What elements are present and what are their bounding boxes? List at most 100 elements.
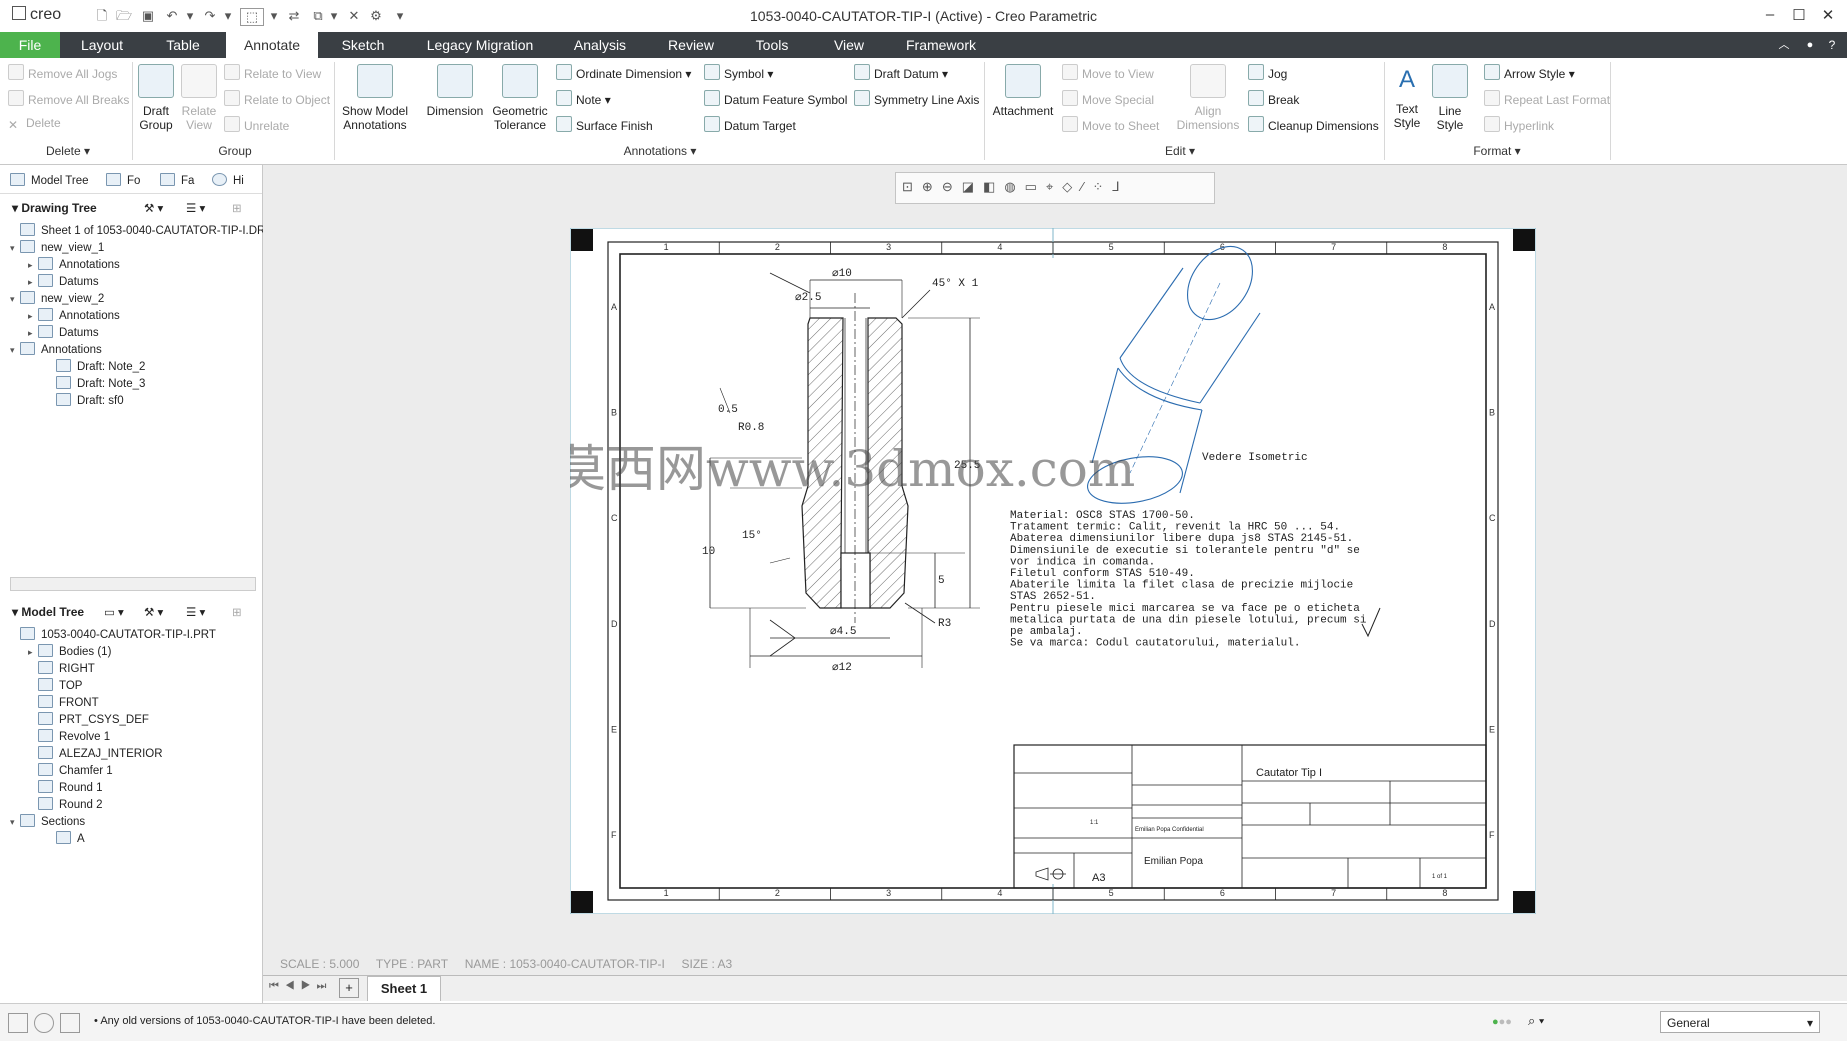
- expand-arrow-icon[interactable]: ▸: [28, 311, 38, 322]
- title-block-title[interactable]: Cautator Tip I: [1256, 767, 1322, 779]
- draft-group-button[interactable]: Draft Group: [136, 64, 176, 132]
- dim-dia-10[interactable]: ⌀10: [832, 268, 852, 280]
- model-tree-settings-icon[interactable]: ⚒ ▾: [144, 605, 163, 619]
- tree-item[interactable]: ▸ Datums: [28, 274, 99, 288]
- repaint-icon[interactable]: ◪: [962, 179, 983, 194]
- unrelate-button[interactable]: Unrelate: [224, 116, 289, 133]
- saved-views-icon[interactable]: ◍: [1004, 179, 1024, 194]
- tree-item[interactable]: ALEZAJ_INTERIOR: [28, 746, 163, 760]
- note-button[interactable]: Note ▾: [556, 90, 611, 107]
- zoom-out-icon[interactable]: ⊖: [942, 179, 962, 194]
- align-dimensions-button[interactable]: Align Dimensions: [1172, 64, 1244, 132]
- sheet-tab[interactable]: Sheet 1: [367, 976, 441, 1001]
- expand-arrow-icon[interactable]: ▸: [28, 277, 38, 288]
- tree-item[interactable]: A: [46, 831, 85, 845]
- tree-item[interactable]: ▾ Sections: [10, 814, 85, 828]
- tab-analysis[interactable]: Analysis: [560, 32, 640, 58]
- expand-arrow-icon[interactable]: ▾: [10, 243, 20, 254]
- maximize-icon[interactable]: ☐: [1785, 6, 1813, 26]
- model-tree-columns-icon[interactable]: ☰ ▾: [186, 605, 205, 619]
- hyperlink-button[interactable]: Hyperlink: [1484, 116, 1554, 133]
- dim-dia-2-5[interactable]: ⌀2.5: [795, 292, 821, 304]
- symmetry-line-axis-button[interactable]: Symmetry Line Axis: [854, 90, 979, 107]
- drawing-tree-header[interactable]: ▾ Drawing Tree: [12, 201, 97, 215]
- jog-button[interactable]: Jog: [1248, 64, 1287, 81]
- tree-item[interactable]: Draft: sf0: [46, 393, 124, 407]
- delete-button[interactable]: ✕ Delete: [8, 116, 61, 132]
- tree-item[interactable]: RIGHT: [28, 661, 95, 675]
- relate-to-view-button[interactable]: Relate to View: [224, 64, 321, 81]
- tree-item[interactable]: ▾ new_view_1: [10, 240, 104, 254]
- tree-item[interactable]: ▸ Annotations: [28, 308, 120, 322]
- delete-group-label[interactable]: Delete ▾: [20, 144, 116, 158]
- expand-arrow-icon[interactable]: ▾: [10, 817, 20, 828]
- expand-arrow-icon[interactable]: ▾: [10, 345, 20, 356]
- user-icon[interactable]: ●: [1800, 32, 1820, 58]
- dim-height-5[interactable]: 5: [938, 575, 945, 587]
- drawing-sheet[interactable]: 1122334455667788A AB BC CD DE EF F ⌀10 ⌀…: [570, 228, 1536, 914]
- tab-legacy-migration[interactable]: Legacy Migration: [416, 32, 544, 58]
- expand-arrow-icon[interactable]: ▸: [28, 260, 38, 271]
- tree-filter-icon[interactable]: ⊞: [232, 201, 242, 215]
- tree-settings-icon[interactable]: ⚒ ▾: [144, 201, 163, 215]
- ordinate-dimension-button[interactable]: Ordinate Dimension ▾: [556, 64, 691, 81]
- edit-group-label[interactable]: Edit ▾: [1150, 144, 1210, 158]
- minimize-icon[interactable]: –: [1756, 6, 1784, 26]
- model-tree-filter-icon[interactable]: ⊞: [232, 605, 242, 619]
- point-display-icon[interactable]: ⁘: [1092, 179, 1112, 194]
- move-to-sheet-button[interactable]: Move to Sheet: [1062, 116, 1159, 133]
- tree-item[interactable]: ▸ Datums: [28, 325, 99, 339]
- symbol-button[interactable]: Symbol ▾: [704, 64, 773, 81]
- selection-filter-dropdown[interactable]: General ▾: [1660, 1011, 1820, 1033]
- tab-favorites[interactable]: Fa: [160, 173, 194, 187]
- tree-item[interactable]: Round 1: [28, 780, 102, 794]
- tree-columns-icon[interactable]: ☰ ▾: [186, 201, 205, 215]
- tab-layout[interactable]: Layout: [70, 32, 134, 58]
- close-icon[interactable]: ✕: [1814, 6, 1842, 26]
- zoom-in-icon[interactable]: ⊕: [922, 179, 942, 194]
- tab-annotate[interactable]: Annotate: [226, 32, 318, 58]
- annotations-group-label[interactable]: Annotations ▾: [600, 144, 720, 158]
- tree-item[interactable]: ▾ Annotations: [10, 342, 102, 356]
- tab-folder-browser[interactable]: Fo: [106, 173, 140, 187]
- tab-file[interactable]: File: [0, 32, 60, 58]
- tab-model-tree[interactable]: Model Tree: [10, 173, 89, 187]
- line-style-button[interactable]: Line Style: [1430, 64, 1470, 132]
- show-model-annotations-button[interactable]: Show Model Annotations: [338, 64, 412, 132]
- datum-display-icon[interactable]: ⌖: [1046, 179, 1062, 194]
- dim-angle-15[interactable]: 15°: [742, 530, 762, 542]
- sheet-navigation[interactable]: ⏮◀▶⏭: [269, 980, 332, 993]
- toggle-navigator-icon[interactable]: [8, 1013, 28, 1033]
- dim-radius-3[interactable]: R3: [938, 618, 951, 630]
- break-button[interactable]: Break: [1248, 90, 1299, 107]
- expand-arrow-icon[interactable]: ▸: [28, 647, 38, 658]
- tab-view[interactable]: View: [820, 32, 878, 58]
- move-to-view-button[interactable]: Move to View: [1062, 64, 1154, 81]
- dim-radius-0-8[interactable]: R0.8: [738, 422, 764, 434]
- view-manager-icon[interactable]: ▭: [1025, 179, 1046, 194]
- tree-item[interactable]: FRONT: [28, 695, 99, 709]
- datum-feature-symbol-button[interactable]: Datum Feature Symbol: [704, 90, 847, 107]
- cleanup-dimensions-button[interactable]: Cleanup Dimensions: [1248, 116, 1379, 133]
- tab-review[interactable]: Review: [656, 32, 726, 58]
- tree-item[interactable]: Chamfer 1: [28, 763, 113, 777]
- view-tools[interactable]: ⊡⊕⊖◪◧◍▭⌖◇∕⁘⅃: [902, 179, 1129, 195]
- format-group-label[interactable]: Format ▾: [1462, 144, 1532, 158]
- dim-dia-4-5[interactable]: ⌀4.5: [830, 626, 856, 638]
- dim-dia-12[interactable]: ⌀12: [832, 662, 852, 674]
- csys-display-icon[interactable]: ⅃: [1112, 179, 1128, 194]
- title-block-author[interactable]: Emilian Popa: [1144, 856, 1203, 867]
- arrow-style-button[interactable]: Arrow Style ▾: [1484, 64, 1575, 81]
- tab-table[interactable]: Table: [150, 32, 216, 58]
- tab-tools[interactable]: Tools: [740, 32, 804, 58]
- tree-item[interactable]: ▸ Bodies (1): [28, 644, 111, 658]
- tab-sketch[interactable]: Sketch: [330, 32, 396, 58]
- axis-display-icon[interactable]: ∕: [1081, 179, 1092, 194]
- model-tree-show-icon[interactable]: ▭ ▾: [104, 605, 124, 619]
- tree-item[interactable]: Round 2: [28, 797, 102, 811]
- horizontal-scrollbar[interactable]: [10, 577, 256, 591]
- tab-framework[interactable]: Framework: [896, 32, 986, 58]
- remove-all-breaks-button[interactable]: Remove All Breaks: [8, 90, 129, 107]
- tree-item[interactable]: Draft: Note_3: [46, 376, 145, 390]
- expand-arrow-icon[interactable]: ▾: [10, 294, 20, 305]
